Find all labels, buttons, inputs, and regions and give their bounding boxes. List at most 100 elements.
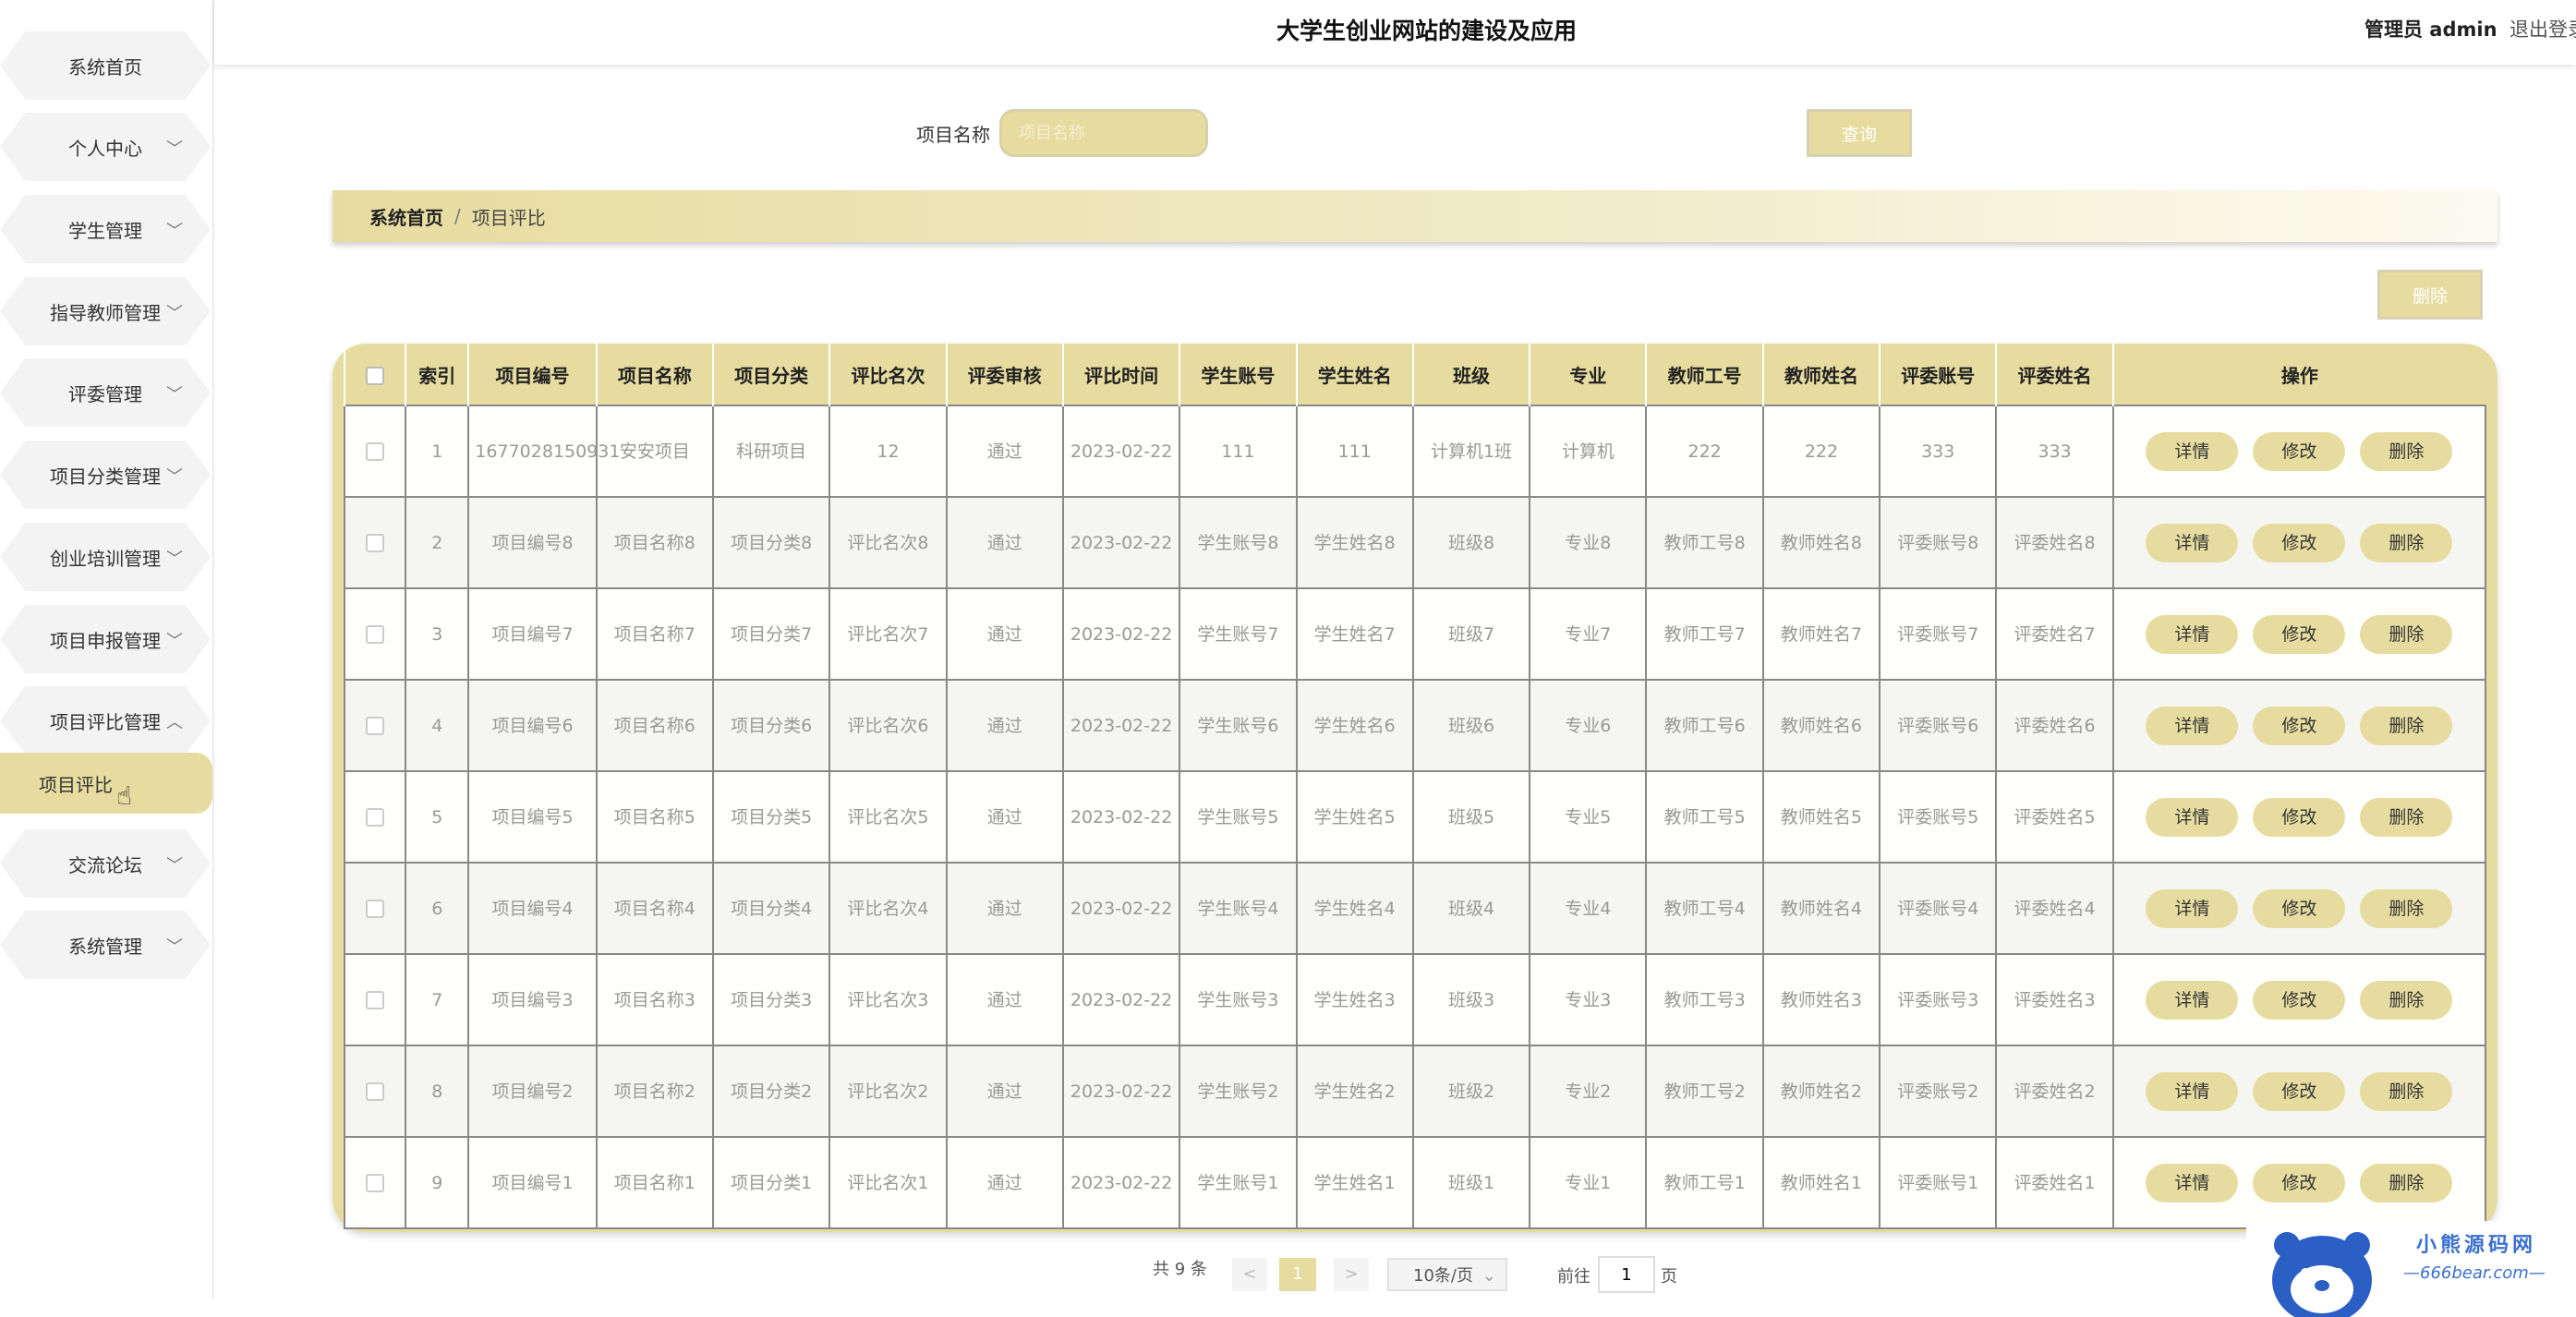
sidebar-item-10[interactable]: 系统管理 ﹀ bbox=[0, 911, 211, 979]
detail-button[interactable]: 详情 bbox=[2146, 1163, 2239, 1202]
chevron-down-icon: ﹀ bbox=[166, 139, 183, 159]
detail-button[interactable]: 详情 bbox=[2146, 980, 2239, 1020]
select-all-cell bbox=[343, 344, 406, 405]
table-cell: 专业8 bbox=[1529, 496, 1648, 589]
edit-button[interactable]: 修改 bbox=[2253, 1071, 2346, 1111]
table-cell: 项目分类2 bbox=[711, 1045, 831, 1138]
detail-button[interactable]: 详情 bbox=[2146, 797, 2239, 837]
table-cell: 项目编号3 bbox=[467, 953, 598, 1046]
sidebar-item-2[interactable]: 学生管理 ﹀ bbox=[0, 195, 211, 263]
delete-row-button[interactable]: 删除 bbox=[2360, 797, 2453, 837]
sidebar-item-label: 项目评比管理 bbox=[50, 710, 161, 733]
table-cell: 评委账号3 bbox=[1879, 953, 1998, 1046]
table-cell: 2023-02-22 bbox=[1061, 1136, 1181, 1229]
sidebar-subitem-project-evaluation[interactable]: 项目评比 ☝ bbox=[0, 753, 212, 814]
detail-button[interactable]: 详情 bbox=[2146, 523, 2239, 562]
row-checkbox[interactable] bbox=[366, 625, 385, 644]
delete-row-button[interactable]: 删除 bbox=[2360, 706, 2453, 745]
table-cell: 学生账号3 bbox=[1179, 953, 1298, 1046]
table-cell: 学生姓名1 bbox=[1295, 1136, 1414, 1229]
sidebar-item-8[interactable]: 项目评比管理 ︿ bbox=[0, 686, 211, 755]
sidebar-item-0[interactable]: 系统首页 bbox=[0, 31, 211, 100]
column-header: 教师工号 bbox=[1645, 344, 1763, 405]
select-all-checkbox[interactable] bbox=[366, 366, 385, 385]
table-cell: 项目名称1 bbox=[595, 1136, 714, 1229]
table-cell: 评比名次7 bbox=[828, 587, 948, 681]
table-cell: 项目名称8 bbox=[595, 496, 714, 589]
sidebar-item-3[interactable]: 指导教师管理 ﹀ bbox=[0, 277, 211, 345]
table-cell: 班级4 bbox=[1411, 862, 1531, 955]
row-checkbox[interactable] bbox=[366, 534, 385, 552]
page-size-select[interactable]: 10条/页 ⌄ bbox=[1387, 1258, 1507, 1291]
table-cell: 6 bbox=[405, 862, 470, 955]
table-row: 9 项目编号1 项目名称1 项目分类1 评比名次1 通过 2023-02-22 学生账号1 学生… bbox=[343, 1136, 2487, 1229]
table-cell: 2023-02-22 bbox=[1061, 679, 1181, 772]
table-cell: 教师姓名1 bbox=[1761, 1136, 1881, 1229]
delete-row-button[interactable]: 删除 bbox=[2360, 888, 2453, 928]
edit-button[interactable]: 修改 bbox=[2253, 1163, 2346, 1202]
edit-button[interactable]: 修改 bbox=[2253, 614, 2346, 654]
delete-row-button[interactable]: 删除 bbox=[2360, 431, 2453, 471]
query-button[interactable]: 查询 bbox=[1807, 109, 1912, 157]
row-checkbox[interactable] bbox=[366, 1082, 385, 1101]
row-checkbox[interactable] bbox=[366, 900, 385, 918]
sidebar-item-1[interactable]: 个人中心 ﹀ bbox=[0, 113, 211, 181]
delete-row-button[interactable]: 删除 bbox=[2360, 614, 2453, 654]
breadcrumb-home-link[interactable]: 系统首页 bbox=[369, 203, 443, 230]
delete-row-button[interactable]: 删除 bbox=[2360, 523, 2453, 562]
table-cell: 学生账号8 bbox=[1179, 496, 1298, 589]
sidebar-item-6[interactable]: 创业培训管理 ﹀ bbox=[0, 523, 211, 591]
table-cell: 2 bbox=[405, 496, 470, 589]
detail-button[interactable]: 详情 bbox=[2146, 1071, 2239, 1111]
row-checkbox[interactable] bbox=[366, 991, 385, 1009]
batch-delete-button[interactable]: 删除 bbox=[2377, 270, 2483, 320]
pagination-total: 共 9 条 bbox=[1153, 1260, 1207, 1279]
table-cell: 教师姓名2 bbox=[1761, 1045, 1881, 1138]
detail-button[interactable]: 详情 bbox=[2146, 888, 2239, 928]
sidebar-item-7[interactable]: 项目申报管理 ﹀ bbox=[0, 605, 211, 673]
row-actions-cell: 详情 修改 删除 bbox=[2111, 587, 2487, 681]
edit-button[interactable]: 修改 bbox=[2253, 523, 2346, 562]
edit-button[interactable]: 修改 bbox=[2253, 797, 2346, 837]
sidebar-item-9[interactable]: 交流论坛 ﹀ bbox=[0, 829, 211, 898]
prev-page-button[interactable]: < bbox=[1232, 1258, 1267, 1291]
table-cell: 教师工号6 bbox=[1645, 679, 1764, 772]
table-cell: 班级6 bbox=[1411, 679, 1531, 772]
delete-row-button[interactable]: 删除 bbox=[2360, 980, 2453, 1020]
table-cell: 专业3 bbox=[1529, 953, 1648, 1046]
edit-button[interactable]: 修改 bbox=[2253, 980, 2346, 1020]
sidebar-item-4[interactable]: 评委管理 ﹀ bbox=[0, 358, 211, 427]
table-cell: 1677028150931 bbox=[467, 405, 620, 498]
sidebar-subitem-label: 项目评比 bbox=[39, 773, 113, 796]
row-checkbox[interactable] bbox=[366, 717, 385, 735]
edit-button[interactable]: 修改 bbox=[2253, 706, 2346, 745]
row-checkbox[interactable] bbox=[366, 1174, 385, 1192]
column-header: 教师姓名 bbox=[1761, 344, 1881, 405]
table-row: 6 项目编号4 项目名称4 项目分类4 评比名次4 通过 2023-02-22 学生账号4 学生… bbox=[343, 862, 2487, 955]
logout-link[interactable]: 退出登录 bbox=[2509, 15, 2576, 42]
delete-row-button[interactable]: 删除 bbox=[2360, 1163, 2453, 1202]
sidebar-item-label: 个人中心 bbox=[68, 137, 142, 160]
delete-row-button[interactable]: 删除 bbox=[2360, 1071, 2453, 1111]
page-size-value: 10条/页 bbox=[1413, 1266, 1473, 1286]
watermark-url: —666bear.com— bbox=[2403, 1263, 2546, 1283]
edit-button[interactable]: 修改 bbox=[2253, 431, 2346, 471]
table-cell: 评比名次3 bbox=[828, 953, 948, 1046]
table-cell: 评比名次5 bbox=[828, 770, 948, 864]
detail-button[interactable]: 详情 bbox=[2146, 431, 2239, 471]
detail-button[interactable]: 详情 bbox=[2146, 706, 2239, 745]
row-checkbox[interactable] bbox=[366, 808, 385, 827]
table-cell: 通过 bbox=[945, 1136, 1064, 1229]
table-cell: 222 bbox=[1761, 405, 1881, 498]
page-1-button[interactable]: 1 bbox=[1279, 1258, 1316, 1291]
chevron-down-icon: ﹀ bbox=[166, 385, 183, 405]
row-checkbox[interactable] bbox=[366, 442, 385, 461]
edit-button[interactable]: 修改 bbox=[2253, 888, 2346, 928]
next-page-button[interactable]: > bbox=[1334, 1258, 1369, 1291]
chevron-down-icon: ﹀ bbox=[166, 222, 183, 241]
project-name-search-input[interactable] bbox=[999, 109, 1208, 157]
detail-button[interactable]: 详情 bbox=[2146, 614, 2239, 654]
goto-page-input[interactable] bbox=[1598, 1256, 1655, 1293]
sidebar-item-5[interactable]: 项目分类管理 ﹀ bbox=[0, 441, 211, 509]
row-actions-cell: 详情 修改 删除 bbox=[2111, 496, 2487, 589]
